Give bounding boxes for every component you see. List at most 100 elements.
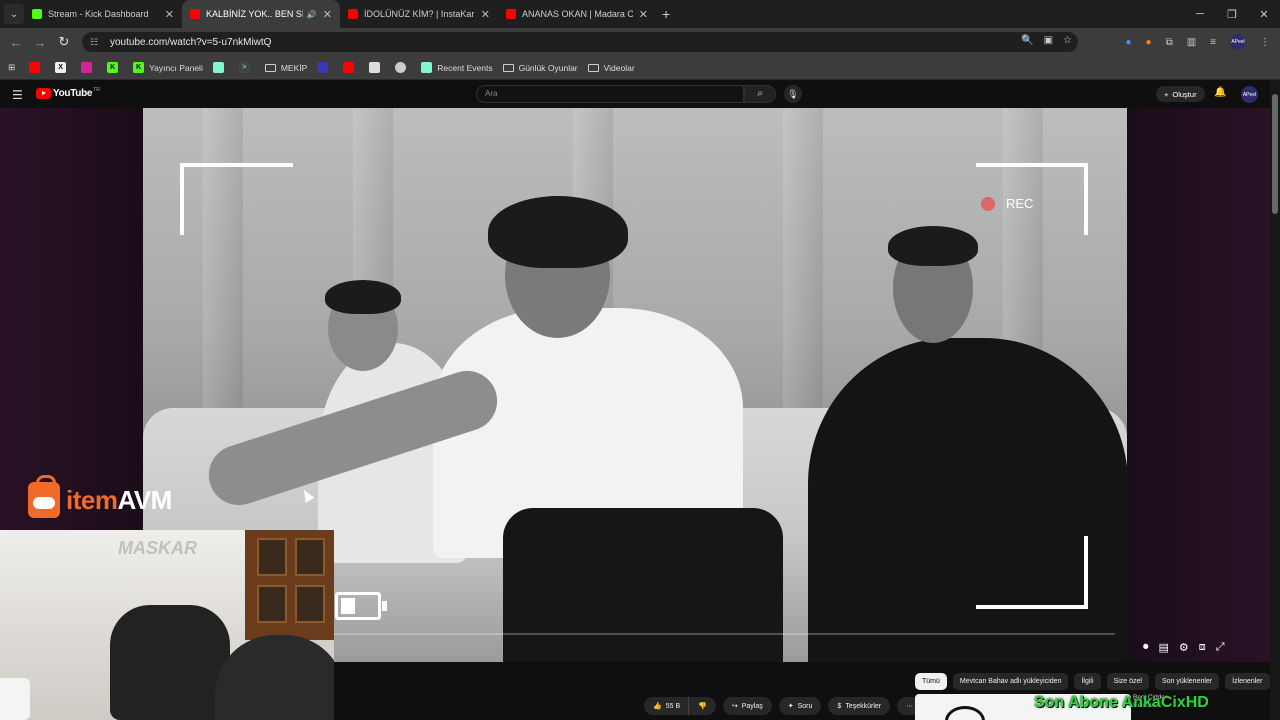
fullscreen-icon[interactable]: ⤢ [1216, 641, 1225, 654]
omnibox-actions: 🔍 ▣ ☆ [1021, 35, 1072, 46]
bookmark-recent-events[interactable]: Recent Events [421, 62, 493, 73]
battery-nub [382, 601, 387, 611]
minimize-icon[interactable]: ─ [1184, 0, 1216, 28]
close-tab-icon[interactable]: ✕ [323, 8, 332, 21]
bookmark-streamlabs[interactable] [212, 62, 229, 73]
youtube-header: ☰ YouTube TR Ara ⌕ 🎙 + Oluştur 🔔 APeel [0, 80, 1280, 108]
bookmark-star-icon[interactable]: ☆ [1063, 35, 1072, 46]
image-icon [369, 62, 381, 73]
apps-grid-icon[interactable]: ⊞ [8, 62, 15, 73]
voice-search-button[interactable]: 🎙 [784, 85, 802, 103]
search-button[interactable]: ⌕ [744, 85, 776, 103]
chip-for-you[interactable]: Size özel [1106, 673, 1149, 690]
close-tab-icon[interactable]: ✕ [639, 8, 648, 21]
thanks-button[interactable]: $ Teşekkürler [828, 697, 891, 715]
share-button[interactable]: ↪ Paylaş [722, 697, 772, 715]
browser-toolbar: ← → ↻ ☷ youtube.com/watch?v=5-u7nkMiwtQ … [0, 28, 1280, 56]
ask-button[interactable]: ✦ Soru [778, 697, 822, 715]
person-right-hair [888, 226, 978, 266]
site-info-icon[interactable]: ☷ [90, 37, 102, 48]
player-controls: ⏺ ▤ ⚙ ⧈ ⤢ [1143, 641, 1225, 654]
tab-kick-dashboard[interactable]: Stream - Kick Dashboard ✕ [24, 0, 182, 28]
tab-youtube-active[interactable]: KALBİNİZ YOK.. BEN SİZE N 🔊 ✕ [182, 0, 340, 28]
bookmark-circle[interactable] [395, 62, 411, 73]
extension-orange-icon[interactable]: ● [1146, 37, 1152, 48]
youtube-favicon-icon [190, 9, 200, 19]
extensions-puzzle-icon[interactable]: ⧉ [1166, 37, 1173, 48]
terminal-icon: > [238, 62, 250, 73]
extension-blue-icon[interactable]: ● [1125, 37, 1131, 48]
bookmark-mekip[interactable]: MEKİP [264, 62, 308, 73]
subtitles-icon[interactable]: ▤ [1159, 641, 1169, 654]
streamlabs-icon [212, 62, 224, 73]
autoplay-toggle-icon[interactable]: ⏺ [1143, 641, 1149, 654]
battery-fill [341, 598, 355, 614]
super-thanks-icon: $ [837, 702, 842, 710]
chip-from-uploader[interactable]: Mevtcan Bahav adlı yükleyiciden [952, 673, 1069, 690]
tab-title: ANANAS OKAN | Madara Oldu [522, 9, 633, 19]
person-middle-hair [488, 196, 628, 268]
person-middle-shorts [503, 508, 783, 662]
dislike-button[interactable]: 👎 [688, 697, 716, 715]
shelf-compartment [257, 538, 287, 576]
bookmark-kick[interactable]: K [107, 62, 123, 73]
search-input[interactable]: Ara [476, 85, 744, 103]
thanks-label: Teşekkürler [845, 702, 882, 710]
shelf-compartment [295, 585, 325, 623]
media-controls-icon[interactable]: ≡ [1210, 37, 1216, 48]
tab-instakarma[interactable]: İDOLÜNÜZ KİM? | InstaKarma ✕ [340, 0, 498, 28]
create-button[interactable]: + Oluştur [1156, 86, 1205, 102]
bookmark-image[interactable] [369, 62, 385, 73]
bookmark-x[interactable]: X [55, 62, 71, 73]
bookmark-youtube-2[interactable] [343, 62, 359, 73]
youtube-favicon-icon [506, 9, 516, 19]
youtube-logo[interactable]: YouTube TR [36, 87, 100, 99]
close-window-icon[interactable]: ✕ [1248, 0, 1280, 28]
bookmark-videolar[interactable]: Videolar [587, 63, 635, 73]
bookmark-terminal[interactable]: > [238, 62, 255, 73]
miniplayer-icon[interactable]: ⧈ [1199, 641, 1206, 654]
chip-recently-uploaded[interactable]: Son yüklenenler [1154, 673, 1220, 690]
tab-ananas-okan[interactable]: ANANAS OKAN | Madara Oldu ✕ [498, 0, 656, 28]
new-tab-plus-icon[interactable]: + [662, 6, 670, 22]
bookmark-gunluk-oyunlar[interactable]: Günlük Oyunlar [502, 63, 578, 73]
forward-arrow-icon[interactable]: → [28, 35, 52, 50]
sparkle-icon: ✦ [787, 703, 794, 710]
bookmark-blue[interactable] [317, 62, 333, 73]
itemavm-wordmark: itemAVM [66, 485, 172, 516]
youtube-play-icon [36, 88, 51, 99]
account-avatar[interactable]: APeel [1241, 86, 1258, 103]
chip-watched[interactable]: İzlenenler [1225, 673, 1270, 690]
chip-related[interactable]: İlgili [1074, 673, 1101, 690]
settings-gear-icon[interactable]: ⚙ [1179, 641, 1189, 654]
bookmark-yayinci-paneli[interactable]: K Yayıncı Paneli [133, 62, 203, 73]
reload-icon[interactable]: ↻ [52, 34, 76, 50]
zoom-icon[interactable]: 🔍 [1021, 35, 1033, 46]
bookmark-instagram[interactable] [81, 62, 97, 73]
url-text[interactable]: youtube.com/watch?v=5-u7nkMiwtQ [110, 37, 271, 48]
record-dot-icon [981, 196, 995, 211]
ring-light [0, 678, 30, 720]
chip-all[interactable]: Tümü [915, 673, 947, 690]
profile-avatar[interactable]: APeel [1230, 34, 1246, 50]
restore-icon[interactable]: ❐ [1216, 0, 1248, 28]
tab-title: Stream - Kick Dashboard [48, 9, 149, 19]
audio-playing-icon[interactable]: 🔊 [307, 10, 317, 19]
tab-search-icon[interactable]: ⌄ [4, 4, 24, 24]
browser-tab-strip: ⌄ Stream - Kick Dashboard ✕ KALBİNİZ YOK… [0, 0, 1280, 28]
cast-icon[interactable]: ▣ [1044, 35, 1053, 46]
bookmark-youtube[interactable] [29, 62, 45, 73]
close-tab-icon[interactable]: ✕ [481, 8, 490, 21]
browser-menu-icon[interactable]: ⋮ [1260, 37, 1270, 48]
notifications-bell-icon[interactable]: 🔔 [1214, 87, 1226, 98]
share-arrow-icon: ↪ [731, 703, 738, 710]
back-arrow-icon[interactable]: ← [4, 35, 28, 50]
side-panel-icon[interactable]: ▥ [1187, 37, 1196, 48]
page-scrollbar[interactable] [1270, 80, 1280, 720]
address-bar[interactable]: ☷ youtube.com/watch?v=5-u7nkMiwtQ 🔍 ▣ ☆ [82, 32, 1078, 52]
close-tab-icon[interactable]: ✕ [165, 8, 174, 21]
scrollbar-thumb[interactable] [1272, 94, 1278, 214]
hamburger-menu-icon[interactable]: ☰ [12, 88, 23, 102]
like-button[interactable]: 👍 55 B [644, 697, 689, 715]
bookmark-label: MEKİP [280, 62, 308, 73]
